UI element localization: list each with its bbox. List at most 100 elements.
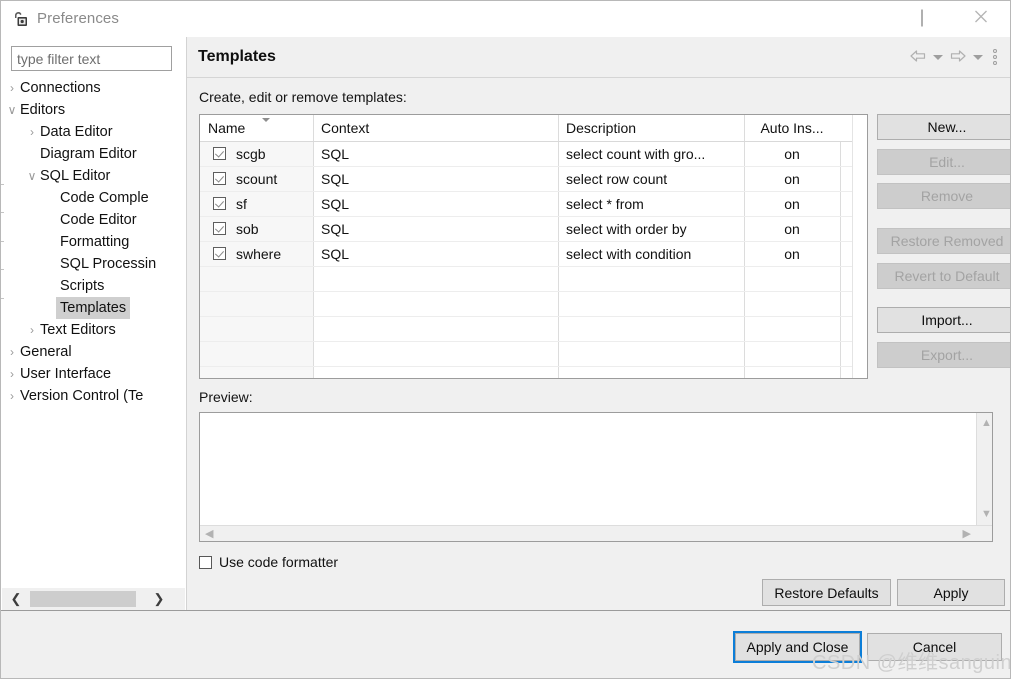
- column-divider: [313, 192, 314, 216]
- row-checkbox[interactable]: [213, 247, 226, 260]
- tree-item-data-editor[interactable]: › Data Editor: [2, 121, 185, 143]
- table-vertical-scrollbar[interactable]: [852, 115, 867, 378]
- chevron-left-icon[interactable]: ◀: [205, 529, 213, 540]
- forward-button[interactable]: [947, 46, 969, 68]
- tree-item-formatting[interactable]: Formatting: [2, 231, 185, 253]
- forward-dropdown-button[interactable]: [971, 46, 985, 68]
- templates-panel: Templates Create, edit or remove templat…: [187, 37, 1010, 610]
- tree-item-general[interactable]: › General: [2, 341, 185, 363]
- preferences-app-icon: [12, 10, 30, 28]
- tree-item-editors[interactable]: ∨ Editors: [2, 99, 185, 121]
- table-row[interactable]: scount SQL select row count on: [200, 167, 867, 192]
- maximize-button[interactable]: [899, 1, 945, 35]
- cell-description: select row count: [566, 171, 668, 187]
- cell-name: sf: [236, 196, 247, 212]
- column-divider: [313, 367, 314, 378]
- column-divider: [840, 292, 841, 316]
- preview-vertical-scrollbar[interactable]: ▲ ▼: [976, 413, 992, 541]
- sort-descending-icon: [262, 118, 270, 122]
- name-column-cell: [200, 267, 313, 291]
- export-button: Export...: [877, 342, 1010, 368]
- restore-removed-button: Restore Removed: [877, 228, 1010, 254]
- tree-item-connections[interactable]: › Connections: [2, 77, 185, 99]
- chevron-right-icon[interactable]: ›: [24, 121, 40, 143]
- column-divider: [313, 267, 314, 291]
- table-row[interactable]: sf SQL select * from on: [200, 192, 867, 217]
- chevron-right-icon[interactable]: ▶: [963, 529, 971, 540]
- tree-item-code-comple[interactable]: Code Comple: [2, 187, 185, 209]
- tree-item-label: Editors: [20, 102, 66, 118]
- column-divider: [840, 342, 841, 366]
- row-checkbox[interactable]: [213, 197, 226, 210]
- tree-item-templates[interactable]: Templates: [2, 297, 185, 319]
- chevron-up-icon[interactable]: ▲: [981, 418, 992, 429]
- table-row[interactable]: scgb SQL select count with gro... on: [200, 142, 867, 167]
- tree-item-user-interface[interactable]: › User Interface: [2, 363, 185, 385]
- tree-item-scripts[interactable]: Scripts: [2, 275, 185, 297]
- restore-defaults-button[interactable]: Restore Defaults: [762, 579, 891, 606]
- column-header-auto-ins[interactable]: Auto Ins...: [744, 115, 840, 141]
- tree-item-code-editor[interactable]: Code Editor: [2, 209, 185, 231]
- chevron-right-icon[interactable]: ❯: [149, 588, 169, 610]
- column-divider: [558, 217, 559, 241]
- row-checkbox[interactable]: [213, 222, 226, 235]
- preview-area[interactable]: ▲ ▼ ◀ ▶: [199, 412, 993, 542]
- chevron-right-icon[interactable]: ›: [4, 341, 20, 363]
- preferences-tree[interactable]: › Connections ∨ Editors › Data Editor Diagram …: [2, 77, 185, 593]
- tree-item-diagram-editor[interactable]: Diagram Editor: [2, 143, 185, 165]
- chevron-right-icon[interactable]: ›: [4, 385, 20, 407]
- tree-scroll-thumb[interactable]: [30, 591, 136, 607]
- cell-description: select with order by: [566, 221, 687, 237]
- column-divider[interactable]: [744, 115, 745, 141]
- vertical-dots-menu-icon[interactable]: [987, 46, 1003, 68]
- name-column-cell: [200, 292, 313, 316]
- chevron-left-icon[interactable]: ❮: [6, 588, 26, 610]
- column-divider[interactable]: [313, 115, 314, 141]
- chevron-down-icon[interactable]: ∨: [4, 99, 20, 121]
- row-checkbox[interactable]: [213, 172, 226, 185]
- column-divider[interactable]: [558, 115, 559, 141]
- minimize-button[interactable]: [840, 1, 886, 35]
- templates-table[interactable]: Name Context Description Auto Ins... scgb SQ…: [199, 114, 868, 379]
- column-header-name[interactable]: Name: [208, 115, 245, 141]
- remove-button: Remove: [877, 183, 1010, 209]
- tree-item-text-editors[interactable]: › Text Editors: [2, 319, 185, 341]
- filter-input[interactable]: [11, 46, 172, 71]
- use-code-formatter-checkbox[interactable]: Use code formatter: [199, 553, 338, 571]
- chevron-down-icon[interactable]: ∨: [24, 165, 40, 187]
- column-divider: [840, 167, 841, 191]
- chevron-down-icon[interactable]: ▼: [981, 509, 992, 520]
- chevron-right-icon[interactable]: ›: [24, 319, 40, 341]
- tree-horizontal-scrollbar[interactable]: ❮ ❯: [2, 588, 185, 610]
- cancel-button[interactable]: Cancel: [867, 633, 1002, 661]
- column-divider: [840, 192, 841, 216]
- row-checkbox[interactable]: [213, 147, 226, 160]
- new-button[interactable]: New...: [877, 114, 1010, 140]
- tree-item-sql-editor[interactable]: ∨ SQL Editor: [2, 165, 185, 187]
- table-row[interactable]: sob SQL select with order by on: [200, 217, 867, 242]
- cell-context: SQL: [321, 146, 350, 162]
- column-header-description[interactable]: Description: [566, 115, 636, 141]
- column-divider: [744, 342, 745, 366]
- chevron-right-icon[interactable]: ›: [4, 363, 20, 385]
- column-header-context[interactable]: Context: [321, 115, 369, 141]
- cell-context: SQL: [321, 196, 350, 212]
- column-divider: [840, 242, 841, 266]
- column-divider: [840, 142, 841, 166]
- back-dropdown-button[interactable]: [931, 46, 945, 68]
- tree-item-version-control-te[interactable]: › Version Control (Te: [2, 385, 185, 407]
- chevron-right-icon[interactable]: ›: [4, 77, 20, 99]
- preview-horizontal-scrollbar[interactable]: ◀ ▶: [200, 525, 992, 541]
- back-button[interactable]: [907, 46, 929, 68]
- table-body[interactable]: scgb SQL select count with gro... on scount S…: [200, 142, 867, 378]
- table-row[interactable]: swhere SQL select with condition on: [200, 242, 867, 267]
- chevron-down-icon: [933, 54, 943, 60]
- close-button[interactable]: [958, 1, 1004, 35]
- apply-and-close-button[interactable]: Apply and Close: [733, 631, 862, 663]
- template-action-buttons: New... Edit... Remove Restore Removed Revert…: [877, 114, 1010, 379]
- import-button[interactable]: Import...: [877, 307, 1010, 333]
- column-divider: [558, 242, 559, 266]
- apply-button[interactable]: Apply: [897, 579, 1005, 606]
- maximize-icon: [921, 9, 923, 27]
- tree-item-sql-processin[interactable]: SQL Processin: [2, 253, 185, 275]
